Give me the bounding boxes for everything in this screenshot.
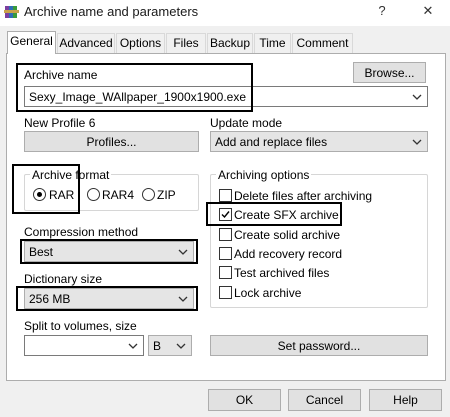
archiving-options-label: Archiving options <box>216 168 312 182</box>
split-volumes-input[interactable] <box>24 335 144 356</box>
split-volumes-label: Split to volumes, size <box>24 319 137 333</box>
window-title: Archive name and parameters <box>24 4 199 19</box>
tab-general[interactable]: General <box>7 31 56 54</box>
archive-name-highlight-box <box>16 63 253 112</box>
update-mode-select[interactable]: Add and replace files <box>210 131 428 152</box>
chevron-down-icon[interactable] <box>411 91 423 103</box>
update-mode-value: Add and replace files <box>215 135 328 149</box>
checkbox-recovery-record[interactable] <box>219 247 232 260</box>
close-button[interactable]: ✕ <box>418 2 438 22</box>
tab-options[interactable]: Options <box>116 33 165 53</box>
recovery-record-label: Add recovery record <box>234 247 343 261</box>
tab-time[interactable]: Time <box>254 33 291 53</box>
radio-rar4[interactable] <box>87 188 100 201</box>
help-button[interactable]: Help <box>369 389 442 411</box>
lock-archive-label: Lock archive <box>234 286 302 300</box>
dictionary-highlight-box <box>16 286 198 311</box>
checkbox-lock-archive[interactable] <box>219 286 232 299</box>
compression-method-label: Compression method <box>24 225 139 239</box>
ok-button[interactable]: OK <box>208 389 281 411</box>
help-title-button[interactable]: ? <box>372 2 392 22</box>
test-archived-label: Test archived files <box>234 266 330 280</box>
chevron-down-icon <box>128 343 138 349</box>
create-sfx-highlight-box <box>206 202 342 226</box>
tab-files[interactable]: Files <box>166 33 206 53</box>
profiles-button[interactable]: Profiles... <box>24 131 199 152</box>
chevron-down-icon <box>412 139 422 145</box>
split-unit-select[interactable]: B <box>148 335 192 356</box>
tab-advanced[interactable]: Advanced <box>57 33 115 53</box>
tab-backup[interactable]: Backup <box>207 33 253 53</box>
browse-button[interactable]: Browse... <box>353 62 426 83</box>
split-unit-value: B <box>153 339 162 353</box>
checkbox-delete-files[interactable] <box>219 189 232 202</box>
winrar-books-icon <box>4 6 19 18</box>
cancel-button[interactable]: Cancel <box>288 389 361 411</box>
checkbox-create-solid[interactable] <box>219 228 232 241</box>
create-solid-label: Create solid archive <box>234 228 341 242</box>
archive-format-highlight-box <box>12 164 80 214</box>
checkbox-test-archived[interactable] <box>219 266 232 279</box>
set-password-button[interactable]: Set password... <box>210 335 428 356</box>
delete-files-label: Delete files after archiving <box>234 189 373 203</box>
compression-highlight-box <box>20 239 198 264</box>
radio-zip-label: ZIP <box>157 188 176 202</box>
chevron-down-icon <box>176 343 186 349</box>
dictionary-size-label: Dictionary size <box>24 272 103 286</box>
radio-rar4-label: RAR4 <box>102 188 135 202</box>
tab-comment[interactable]: Comment <box>292 33 353 53</box>
update-mode-label: Update mode <box>210 116 283 130</box>
radio-zip[interactable] <box>142 188 155 201</box>
profile-label: New Profile 6 <box>24 116 96 130</box>
